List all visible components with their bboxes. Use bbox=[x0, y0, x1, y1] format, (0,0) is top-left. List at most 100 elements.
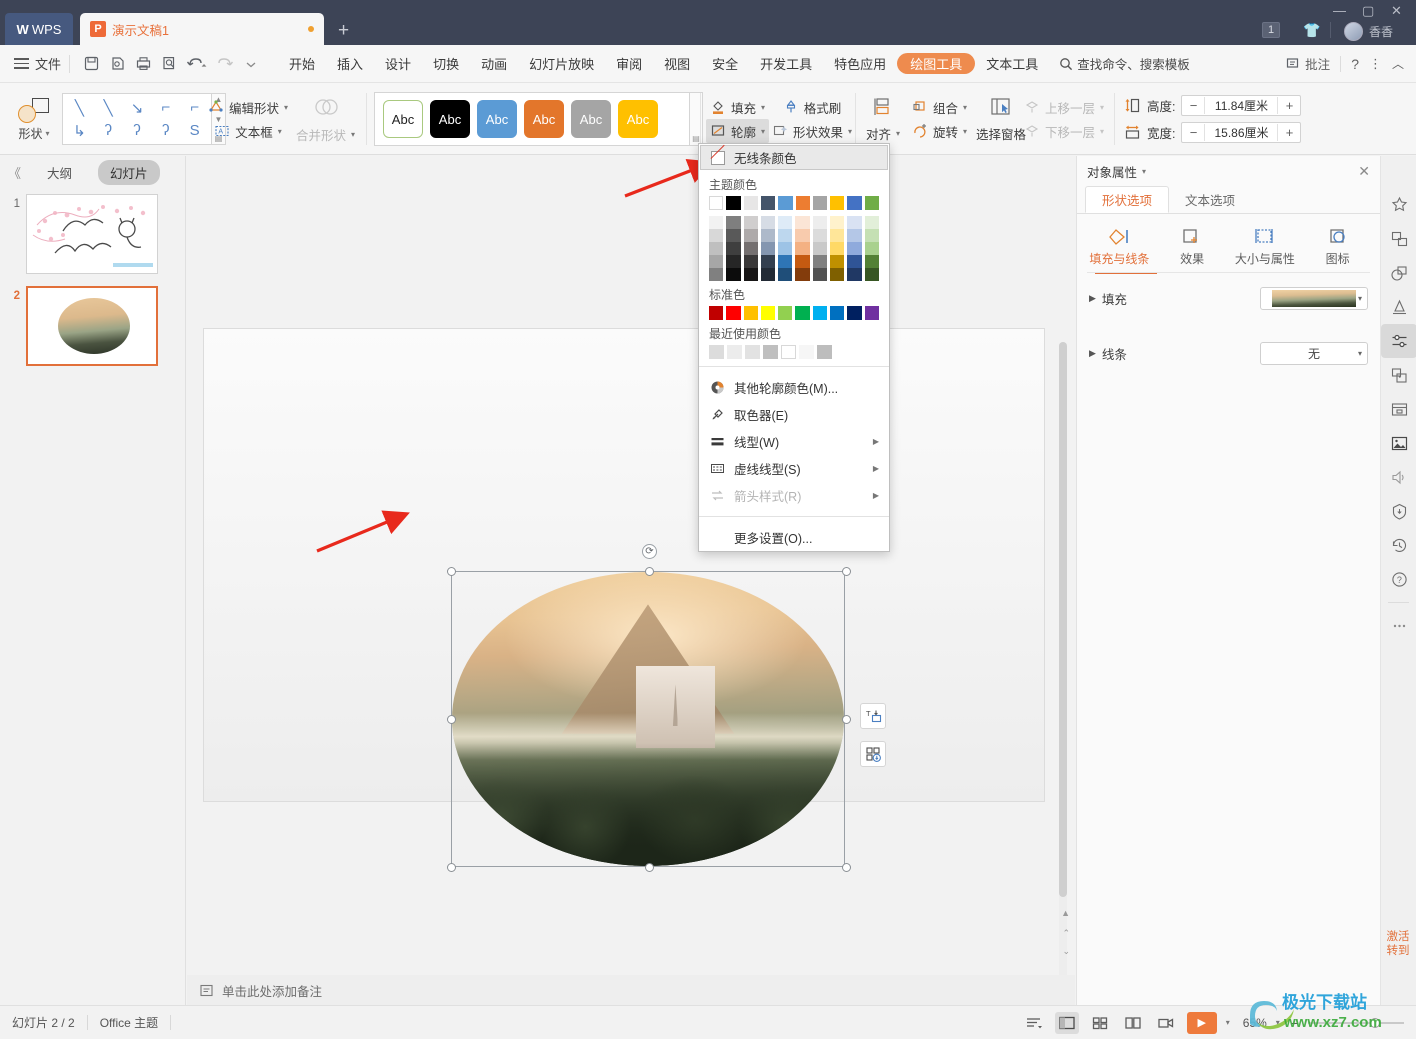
list-item[interactable]: 1 bbox=[0, 188, 185, 274]
close-panel-button[interactable]: ✕ bbox=[1358, 163, 1370, 180]
edit-shape-button[interactable]: 编辑形状 ▾ bbox=[204, 95, 292, 119]
theme-shade-swatch-4-6[interactable] bbox=[812, 268, 828, 281]
picture-frame-icon[interactable] bbox=[1381, 358, 1416, 392]
standard-color-swatch-0[interactable] bbox=[709, 306, 724, 320]
ribbon-tab-12[interactable]: 文本工具 bbox=[975, 45, 1049, 83]
help-circle-icon[interactable]: ? bbox=[1381, 562, 1416, 596]
resize-handle-sw[interactable] bbox=[447, 863, 456, 872]
print-preview-icon[interactable] bbox=[104, 51, 130, 77]
format-painter-button[interactable]: 格式刷 bbox=[779, 95, 846, 119]
theme-shade-swatch-3-9[interactable] bbox=[864, 255, 879, 268]
chevron-down-icon[interactable]: ▾ bbox=[1142, 167, 1146, 176]
theme-shade-swatch-3-6[interactable] bbox=[812, 255, 828, 268]
theme-color-swatch-3[interactable] bbox=[760, 196, 776, 210]
shape-style-5[interactable]: Abc bbox=[618, 100, 658, 138]
text-art-icon[interactable] bbox=[1381, 290, 1416, 324]
theme-shade-swatch-4-5[interactable] bbox=[795, 268, 810, 281]
tab-slides[interactable]: 幻灯片 bbox=[98, 159, 160, 185]
fill-picture-dropdown[interactable]: ▾ bbox=[1260, 287, 1368, 310]
theme-shade-swatch-1-3[interactable] bbox=[760, 229, 776, 242]
ribbon-tab-4[interactable]: 动画 bbox=[470, 45, 518, 83]
tab-outline[interactable]: 大纲 bbox=[35, 160, 84, 185]
theme-shade-swatch-0-3[interactable] bbox=[760, 216, 776, 229]
history-icon[interactable] bbox=[1381, 528, 1416, 562]
recent-color-swatch-6[interactable] bbox=[817, 345, 832, 359]
ribbon-tab-9[interactable]: 开发工具 bbox=[749, 45, 823, 83]
shape-gallery-item-6[interactable]: ʔ bbox=[94, 119, 123, 142]
theme-shade-swatch-4-2[interactable] bbox=[743, 268, 758, 281]
theme-shade-swatch-4-3[interactable] bbox=[760, 268, 776, 281]
recent-color-swatch-3[interactable] bbox=[763, 345, 778, 359]
theme-shade-swatch-1-5[interactable] bbox=[795, 229, 810, 242]
theme-shade-swatch-3-0[interactable] bbox=[709, 255, 724, 268]
chevron-down-icon[interactable]: ▾ bbox=[1358, 349, 1362, 358]
theme-color-swatch-1[interactable] bbox=[726, 196, 741, 210]
line-property-label-group[interactable]: ▶ 线条 bbox=[1089, 344, 1127, 363]
theme-shade-swatch-1-2[interactable] bbox=[743, 229, 758, 242]
ribbon-tab-6[interactable]: 审阅 bbox=[605, 45, 653, 83]
avatar[interactable] bbox=[1344, 22, 1363, 41]
slide-editing-surface[interactable]: ⟳ T bbox=[203, 328, 1045, 872]
theme-shade-swatch-0-9[interactable] bbox=[864, 216, 879, 229]
theme-shade-row-0[interactable] bbox=[699, 216, 889, 229]
theme-color-swatch-2[interactable] bbox=[743, 196, 758, 210]
reading-view-icon[interactable] bbox=[1121, 1012, 1145, 1034]
theme-shade-swatch-2-1[interactable] bbox=[726, 242, 741, 255]
width-spinner[interactable]: − 15.86厘米 + bbox=[1181, 122, 1302, 143]
theme-shade-swatch-2-4[interactable] bbox=[778, 242, 793, 255]
ribbon-tab-11[interactable]: 绘图工具 bbox=[897, 53, 976, 74]
start-slideshow-button[interactable]: ▶ bbox=[1186, 1011, 1217, 1034]
standard-colors-row[interactable] bbox=[699, 306, 889, 320]
rotate-button[interactable]: 旋转 ▾ bbox=[908, 119, 971, 143]
fill-property-label-group[interactable]: ▶ 填充 bbox=[1089, 289, 1127, 308]
undo-icon[interactable] bbox=[182, 51, 212, 77]
theme-shade-swatch-0-1[interactable] bbox=[726, 216, 741, 229]
line-weight-item[interactable]: 线型(W) ▶ bbox=[699, 428, 889, 455]
resize-handle-nw[interactable] bbox=[447, 567, 456, 576]
theme-shade-swatch-3-1[interactable] bbox=[726, 255, 741, 268]
expand-triangle-icon[interactable]: ▶ bbox=[1089, 348, 1096, 359]
width-value[interactable]: 15.86厘米 bbox=[1204, 124, 1279, 141]
chevron-down-icon[interactable]: ▾ bbox=[1358, 294, 1362, 303]
shape-gallery-item-0[interactable]: ╲ bbox=[65, 96, 94, 119]
theme-shade-swatch-0-6[interactable] bbox=[812, 216, 828, 229]
resize-handle-s[interactable] bbox=[645, 863, 654, 872]
width-decrement-button[interactable]: − bbox=[1182, 125, 1204, 140]
theme-shade-swatch-0-7[interactable] bbox=[830, 216, 845, 229]
standard-color-swatch-1[interactable] bbox=[726, 306, 741, 320]
theme-shade-row-2[interactable] bbox=[699, 242, 889, 255]
file-menu-button[interactable]: 文件 bbox=[14, 54, 61, 73]
resize-handle-n[interactable] bbox=[645, 567, 654, 576]
rotation-handle[interactable]: ⟳ bbox=[642, 544, 657, 559]
theme-shade-swatch-2-6[interactable] bbox=[812, 242, 828, 255]
standard-color-swatch-7[interactable] bbox=[830, 306, 845, 320]
more-options-button[interactable]: ⋮ bbox=[1369, 56, 1382, 72]
scroll-prev-slide-icon[interactable]: ⌃ bbox=[1062, 928, 1070, 939]
resize-handle-w[interactable] bbox=[447, 715, 456, 724]
dash-style-item[interactable]: 虚线线型(S) ▶ bbox=[699, 455, 889, 482]
more-settings-item[interactable]: 更多设置(O)... bbox=[699, 524, 889, 551]
theme-shade-row-4[interactable] bbox=[699, 268, 889, 281]
theme-shade-swatch-0-5[interactable] bbox=[795, 216, 810, 229]
document-count-badge[interactable]: 1 bbox=[1262, 22, 1281, 38]
duplicate-icon[interactable] bbox=[1381, 222, 1416, 256]
quick-access-more-icon[interactable] bbox=[238, 51, 264, 77]
theme-shade-swatch-1-6[interactable] bbox=[812, 229, 828, 242]
fill-button[interactable]: 填充 ▾ bbox=[706, 95, 769, 119]
print-icon[interactable] bbox=[130, 51, 156, 77]
standard-color-swatch-3[interactable] bbox=[760, 306, 776, 320]
ribbon-tab-3[interactable]: 切换 bbox=[422, 45, 470, 83]
document-tab[interactable]: P 演示文稿1 bbox=[80, 13, 324, 45]
slide-thumbnail-1[interactable] bbox=[26, 194, 158, 274]
height-increment-button[interactable]: + bbox=[1278, 98, 1300, 113]
width-increment-button[interactable]: + bbox=[1278, 125, 1300, 140]
theme-color-swatch-8[interactable] bbox=[847, 196, 862, 210]
theme-color-swatch-7[interactable] bbox=[830, 196, 845, 210]
close-window-button[interactable]: ✕ bbox=[1391, 3, 1402, 19]
theme-shade-swatch-0-0[interactable] bbox=[709, 216, 724, 229]
recent-colors-row[interactable] bbox=[699, 345, 889, 359]
resize-handle-se[interactable] bbox=[842, 863, 851, 872]
standard-color-swatch-6[interactable] bbox=[812, 306, 828, 320]
presenter-view-icon[interactable] bbox=[1154, 1012, 1178, 1034]
maximize-button[interactable]: ▢ bbox=[1362, 3, 1374, 19]
